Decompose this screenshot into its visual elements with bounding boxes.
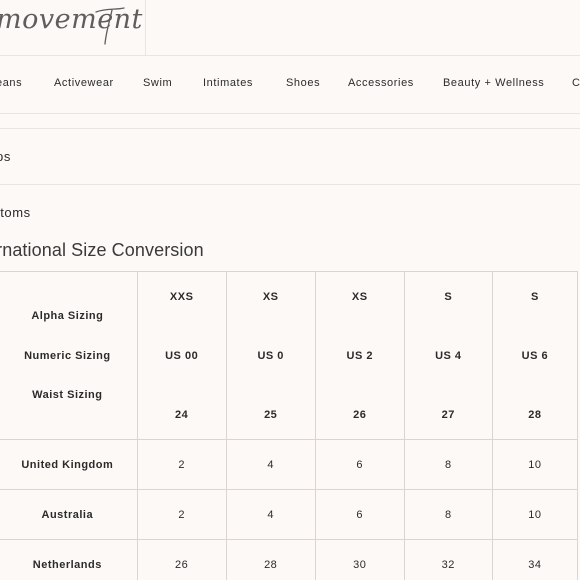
table-cell: 10 [491, 489, 579, 540]
table-cell: 8 [403, 489, 493, 540]
alpha-size: S [530, 291, 539, 303]
table-cell: 4 [225, 489, 316, 540]
table-row: United Kingdom 2 4 6 8 10 [0, 439, 579, 490]
table-cell: 10 [491, 439, 579, 490]
size-conversion-table: Alpha Sizing Numeric Sizing Waist Sizing… [0, 271, 579, 580]
size-column-header: S US 6 28 [491, 271, 579, 440]
waist-size: 25 [264, 409, 278, 421]
waist-size: 28 [528, 409, 542, 421]
waist-size: 27 [441, 409, 455, 421]
table-cell: 30 [314, 539, 405, 580]
nav-item-more[interactable]: C [572, 77, 580, 89]
table-cell: 26 [136, 539, 227, 580]
nav-item-activewear[interactable]: Activewear [54, 77, 114, 89]
nav-item-jeans[interactable]: eans [0, 77, 22, 89]
bottoms-accordion[interactable]: ttoms [0, 205, 31, 220]
bottoms-divider-top [0, 184, 580, 185]
nav-divider [0, 113, 580, 114]
nav-item-intimates[interactable]: Intimates [203, 77, 253, 89]
nav-item-shoes[interactable]: Shoes [286, 77, 320, 89]
numeric-size: US 00 [165, 350, 199, 362]
numeric-size: US 0 [257, 350, 284, 362]
size-column-header: XXS US 00 24 [136, 271, 227, 440]
section-title: ernational Size Conversion [0, 240, 204, 260]
table-cell: 2 [136, 489, 227, 540]
table-row: Australia 2 4 6 8 10 [0, 489, 579, 540]
numeric-size: US 6 [521, 350, 549, 362]
category-nav: eans Activewear Swim Intimates Shoes Acc… [0, 56, 580, 113]
table-cell: 34 [491, 539, 579, 580]
table-cell: 6 [314, 489, 405, 540]
table-row: Netherlands 26 28 30 32 34 [0, 539, 579, 580]
nav-item-swim[interactable]: Swim [143, 77, 172, 89]
row-label: United Kingdom [0, 439, 138, 490]
table-cell: 6 [314, 439, 405, 490]
logo-flourish-icon [95, 7, 125, 45]
size-column-header: S US 4 27 [403, 271, 493, 440]
waist-sizing-label: Waist Sizing [32, 389, 103, 401]
numeric-size: US 4 [435, 350, 462, 362]
row-labels-cell: Alpha Sizing Numeric Sizing Waist Sizing [0, 271, 138, 440]
nav-item-accessories[interactable]: Accessories [348, 77, 414, 89]
row-label: Australia [0, 489, 138, 540]
alpha-size: S [444, 291, 453, 303]
alpha-sizing-label: Alpha Sizing [31, 310, 104, 322]
size-column-header: XS US 2 26 [314, 271, 405, 440]
waist-size: 24 [175, 409, 189, 421]
table-cell: 32 [403, 539, 493, 580]
table-cell: 4 [225, 439, 316, 490]
alpha-size: XXS [169, 291, 194, 303]
table-cell: 2 [136, 439, 227, 490]
row-label: Netherlands [0, 539, 138, 580]
numeric-sizing-label: Numeric Sizing [24, 350, 111, 362]
table-cell: 8 [403, 439, 493, 490]
alpha-size: XS [262, 291, 279, 303]
numeric-size: US 2 [346, 350, 373, 362]
table-header-row: Alpha Sizing Numeric Sizing Waist Sizing… [0, 271, 579, 440]
tops-accordion[interactable]: ps [0, 149, 11, 164]
logo-area[interactable]: movement [0, 0, 146, 55]
size-column-header: XS US 0 25 [225, 271, 316, 440]
tops-divider-top [0, 128, 580, 129]
alpha-size: XS [351, 291, 368, 303]
table-cell: 28 [225, 539, 316, 580]
waist-size: 26 [353, 409, 367, 421]
nav-item-beauty-wellness[interactable]: Beauty + Wellness [443, 77, 544, 89]
size-guide-page: movement eans Activewear Swim Intimates … [0, 0, 580, 580]
